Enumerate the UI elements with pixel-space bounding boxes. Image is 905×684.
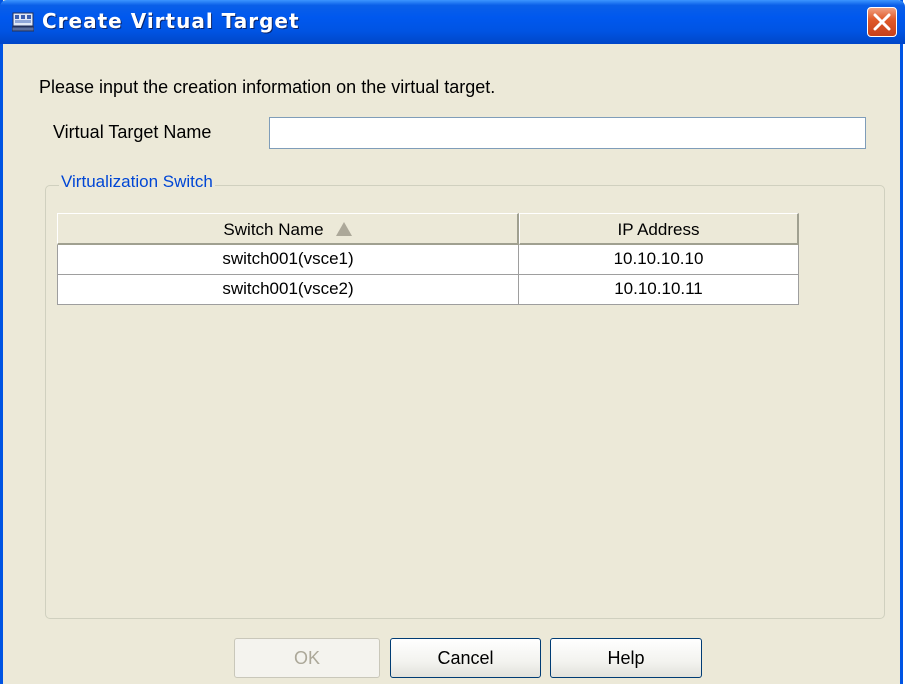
switch-table: Switch Name IP Address switch001(vsce1) … [57, 213, 799, 305]
cancel-button[interactable]: Cancel [390, 638, 541, 678]
table-row[interactable]: switch001(vsce2) 10.10.10.11 [57, 275, 799, 305]
column-header-ip-address[interactable]: IP Address [519, 213, 799, 245]
column-header-label: Switch Name [223, 220, 324, 239]
virtual-target-name-input[interactable] [269, 117, 866, 149]
close-icon [873, 13, 891, 31]
virtualization-switch-legend: Virtualization Switch [59, 172, 215, 192]
ok-button[interactable]: OK [234, 638, 380, 678]
table-header: Switch Name IP Address [57, 213, 799, 245]
cell-ip-address: 10.10.10.11 [519, 275, 799, 304]
column-header-switch-name[interactable]: Switch Name [57, 213, 519, 245]
instruction-text: Please input the creation information on… [39, 77, 496, 97]
virtual-target-name-label: Virtual Target Name [53, 122, 212, 142]
table-row[interactable]: switch001(vsce1) 10.10.10.10 [57, 245, 799, 275]
column-header-label: IP Address [617, 220, 700, 239]
title-bar[interactable]: Create Virtual Target [0, 0, 905, 44]
virtual-target-icon [11, 12, 35, 32]
sort-ascending-icon [335, 222, 352, 236]
window-title: Create Virtual Target [42, 9, 300, 33]
cell-ip-address: 10.10.10.10 [519, 245, 799, 274]
help-button[interactable]: Help [550, 638, 702, 678]
cell-switch-name: switch001(vsce2) [57, 275, 519, 304]
cell-switch-name: switch001(vsce1) [57, 245, 519, 274]
dialog-window: Create Virtual Target Please input the c… [0, 0, 905, 684]
close-button[interactable] [867, 7, 897, 37]
